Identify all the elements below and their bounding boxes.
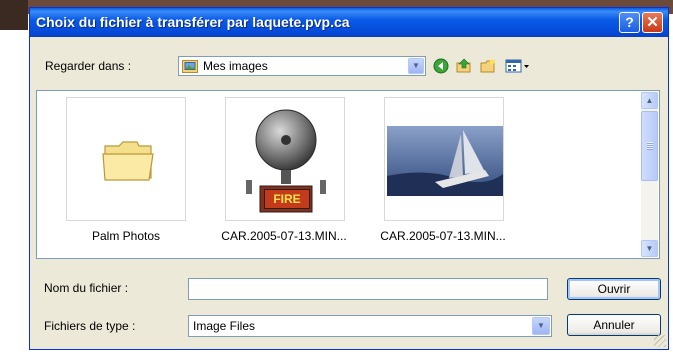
file-dialog: Choix du fichier à transférer par laquet… (29, 7, 669, 350)
file-name: CAR.2005-07-13.MIN... (380, 229, 506, 243)
back-icon[interactable] (431, 57, 451, 75)
look-in-combo[interactable]: Mes images ▼ (178, 56, 426, 76)
filename-input[interactable] (188, 278, 548, 300)
grip-icon (647, 142, 653, 150)
look-in-label: Regarder dans : (45, 59, 132, 73)
look-in-value: Mes images (203, 59, 268, 73)
resize-grip-icon[interactable] (654, 335, 666, 347)
filetype-combo[interactable]: Image Files ▼ (188, 315, 552, 337)
scroll-down-button[interactable]: ▼ (641, 240, 658, 257)
view-menu-icon[interactable] (504, 57, 532, 75)
file-thumbnail-fire-alarm[interactable]: FIRE (225, 97, 345, 221)
vertical-scrollbar[interactable]: ▲ ▼ (641, 92, 658, 257)
fire-badge: FIRE (264, 189, 310, 209)
look-in-dropdown-button[interactable]: ▼ (408, 58, 424, 74)
file-name: Palm Photos (91, 229, 161, 243)
filename-label: Nom du fichier : (44, 281, 129, 295)
filetype-value: Image Files (193, 319, 256, 333)
scroll-thumb[interactable] (641, 111, 658, 181)
folder-icon (102, 141, 154, 181)
file-list-view[interactable]: Palm Photos FIRE CAR.2005-07-13.MIN... C… (36, 90, 660, 259)
file-thumbnail-sailboat[interactable] (384, 97, 504, 221)
open-button[interactable]: Ouvrir (567, 278, 661, 300)
help-button[interactable]: ? (619, 12, 640, 33)
cancel-button[interactable]: Annuler (567, 314, 661, 336)
background-icon (0, 0, 28, 30)
title-bar[interactable]: Choix du fichier à transférer par laquet… (30, 8, 668, 37)
scroll-up-button[interactable]: ▲ (641, 92, 658, 109)
sailboat-photo (387, 126, 503, 196)
file-name: CAR.2005-07-13.MIN... (221, 229, 347, 243)
close-button[interactable]: ✕ (642, 12, 663, 33)
my-pictures-icon (182, 60, 198, 73)
new-folder-icon[interactable] (478, 57, 498, 75)
filetype-label: Fichiers de type : (44, 319, 136, 333)
window-title: Choix du fichier à transférer par laquet… (36, 14, 350, 30)
file-thumbnail-palm-photos[interactable] (66, 97, 186, 221)
filetype-dropdown-button[interactable]: ▼ (532, 317, 550, 335)
up-folder-icon[interactable] (454, 57, 474, 75)
